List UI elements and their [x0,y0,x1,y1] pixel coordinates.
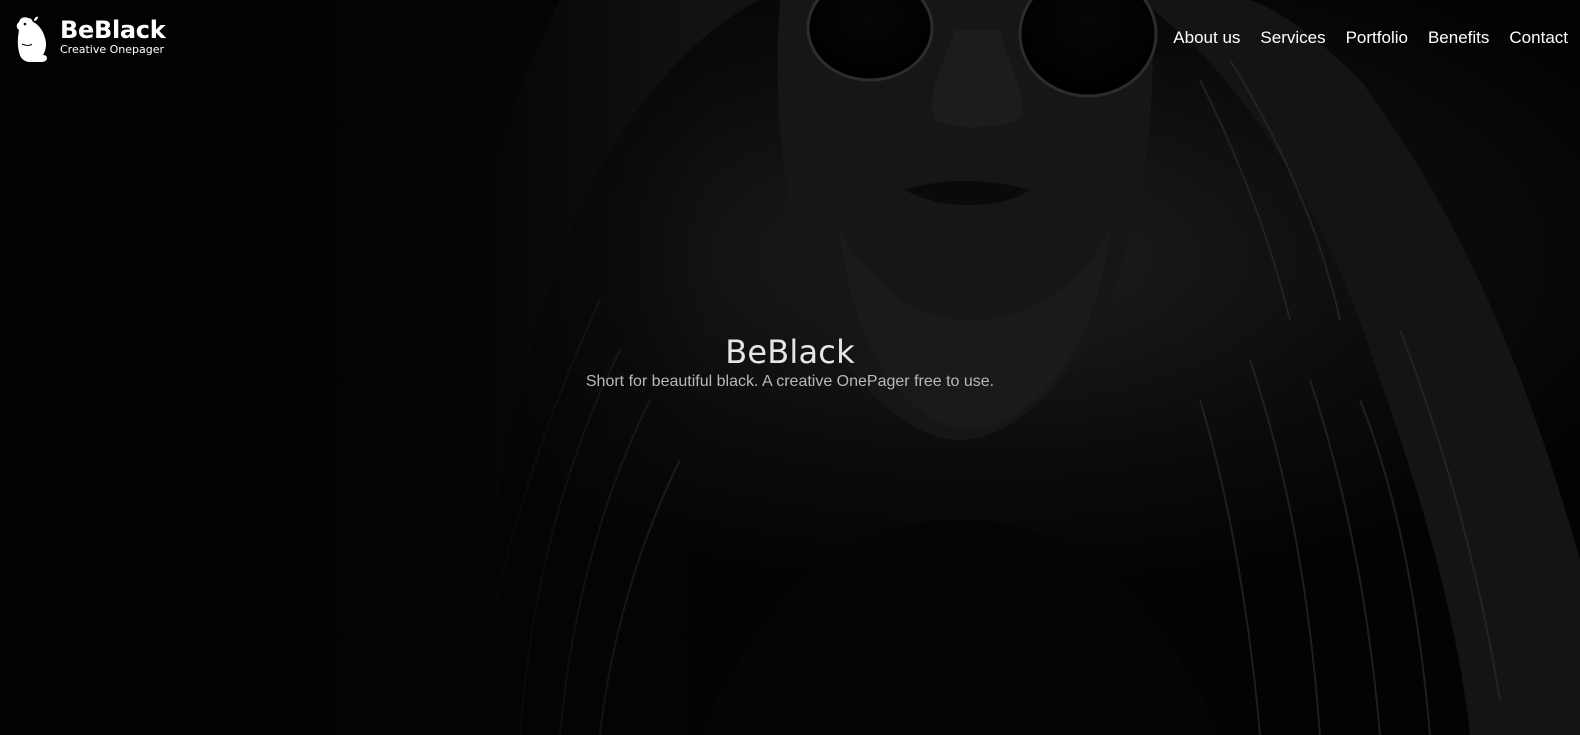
brand-tagline: Creative Onepager [60,43,165,56]
brand-logo-link[interactable]: BeBlack Creative Onepager [14,14,166,64]
page: BeBlack Creative Onepager About us Servi… [0,0,1580,735]
hero-subtitle: Short for beautiful black. A creative On… [585,373,995,390]
top-navbar: BeBlack Creative Onepager About us Servi… [0,0,1580,76]
nav-portfolio[interactable]: Portfolio [1346,27,1408,49]
nav-benefits[interactable]: Benefits [1428,27,1489,49]
nav-services[interactable]: Services [1260,27,1325,49]
hero-title: BeBlack [725,333,855,371]
beaver-icon [16,16,47,62]
brand-name: BeBlack [60,16,166,44]
nav-about-us[interactable]: About us [1173,27,1240,49]
main-nav: About us Services Portfolio Benefits Con… [1173,27,1568,49]
brand-text: BeBlack Creative Onepager [60,14,166,56]
nav-contact[interactable]: Contact [1509,27,1568,49]
hero-section: BeBlack Short for beautiful black. A cre… [0,333,1580,393]
